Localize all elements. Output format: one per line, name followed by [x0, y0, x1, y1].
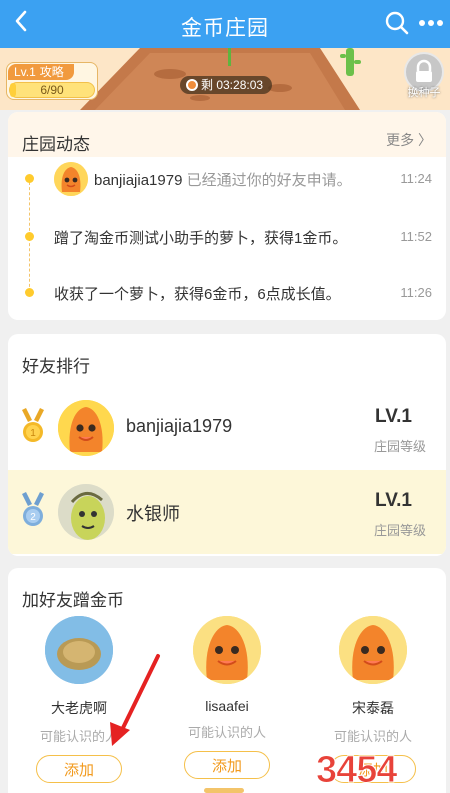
- rank-number: 2: [30, 512, 36, 523]
- add-friend-button[interactable]: 添加: [184, 751, 270, 779]
- avatar[interactable]: [58, 400, 114, 456]
- level-label: Lv.1: [14, 65, 36, 79]
- change-seed-label: 换种子: [407, 87, 441, 99]
- harvest-timer: 剩 03:28:03: [180, 76, 272, 94]
- news-item[interactable]: banjiajia1979 已经通过你的好友申请。 11:24: [8, 162, 446, 196]
- level-progress-bar: 6/90: [9, 82, 95, 98]
- level-progress-fill: [10, 83, 16, 97]
- farm-news-card: 庄园动态 更多 〉 banjiajia1979 已经通过你的好友申请。 11:2…: [8, 112, 446, 320]
- suggested-friend: lisaafei 可能认识的人 添加: [162, 616, 292, 793]
- annotation-arrow-icon: [110, 654, 160, 746]
- avatar[interactable]: [54, 162, 88, 196]
- avatar[interactable]: [58, 484, 114, 540]
- ranking-row[interactable]: 1 banjiajia1979 LV.1 庄园等级: [8, 386, 446, 470]
- news-text: 蹭了淘金币测试小助手的萝卜，获得1金币。: [54, 230, 348, 247]
- news-item[interactable]: 蹭了淘金币测试小助手的萝卜，获得1金币。 11:52: [8, 222, 446, 252]
- page-title: 金币庄园: [181, 17, 269, 40]
- farm-level: LV.1: [375, 490, 412, 511]
- timeline-dot: [25, 232, 34, 241]
- news-more-link[interactable]: 更多 〉: [386, 130, 432, 150]
- rank-number: 1: [30, 428, 36, 439]
- friend-subtitle: 可能认识的人: [187, 725, 266, 740]
- news-user[interactable]: banjiajia1979: [94, 172, 182, 189]
- news-title: 庄园动态: [22, 135, 90, 154]
- friend-name[interactable]: banjiajia1979: [126, 416, 232, 437]
- news-time: 11:26: [400, 285, 432, 300]
- watermark-logo: 3454: [316, 749, 399, 789]
- farm-level-label: 庄园等级: [373, 523, 426, 538]
- timeline-dot: [25, 174, 34, 183]
- news-time: 11:52: [400, 229, 432, 244]
- change-seed-button[interactable]: 换种子: [402, 52, 446, 100]
- scroll-indicator: [204, 788, 244, 793]
- avatar[interactable]: [193, 616, 261, 684]
- news-text: 收获了一个萝卜，获得6金币，6点成长值。: [54, 286, 341, 303]
- level-progress-text: 6/90: [40, 83, 64, 97]
- ranking-row[interactable]: 2 水银师 LV.1 庄园等级: [8, 470, 446, 554]
- nav-bar: 金币庄园: [0, 0, 450, 48]
- friend-subtitle: 可能认识的人: [333, 729, 412, 744]
- silver-medal-icon: 2: [22, 492, 44, 526]
- news-text: banjiajia1979 已经通过你的好友申请。: [94, 169, 352, 190]
- watermark-text: 3454: [316, 749, 397, 788]
- friend-name: 宋泰磊: [352, 700, 394, 716]
- avatar[interactable]: [339, 616, 407, 684]
- level-tag[interactable]: Lv.1 攻略: [8, 64, 74, 80]
- guide-link[interactable]: 攻略: [40, 65, 64, 79]
- timeline-dot: [25, 288, 34, 297]
- news-desc: 已经通过你的好友申请。: [182, 172, 352, 189]
- add-friend-button[interactable]: 添加: [36, 755, 122, 783]
- friend-name[interactable]: 水银师: [126, 500, 180, 526]
- news-item[interactable]: 收获了一个萝卜，获得6金币，6点成长值。 11:26: [8, 278, 446, 308]
- timer-text: 剩 03:28:03: [201, 78, 264, 92]
- news-time: 11:24: [400, 171, 432, 186]
- more-menu-icon[interactable]: [418, 12, 444, 34]
- gold-medal-icon: 1: [22, 408, 44, 442]
- ranking-title: 好友排行: [22, 357, 90, 376]
- farm-level-label: 庄园等级: [373, 439, 426, 454]
- clock-icon: [186, 79, 198, 91]
- friend-name: lisaafei: [205, 698, 249, 714]
- friend-ranking-card: 好友排行 1 banjiajia1979 LV.1 庄园等级 2 水银师 LV.…: [8, 334, 446, 556]
- farm-level: LV.1: [375, 406, 412, 427]
- add-friends-title: 加好友蹭金币: [22, 591, 124, 610]
- search-icon[interactable]: [384, 10, 410, 36]
